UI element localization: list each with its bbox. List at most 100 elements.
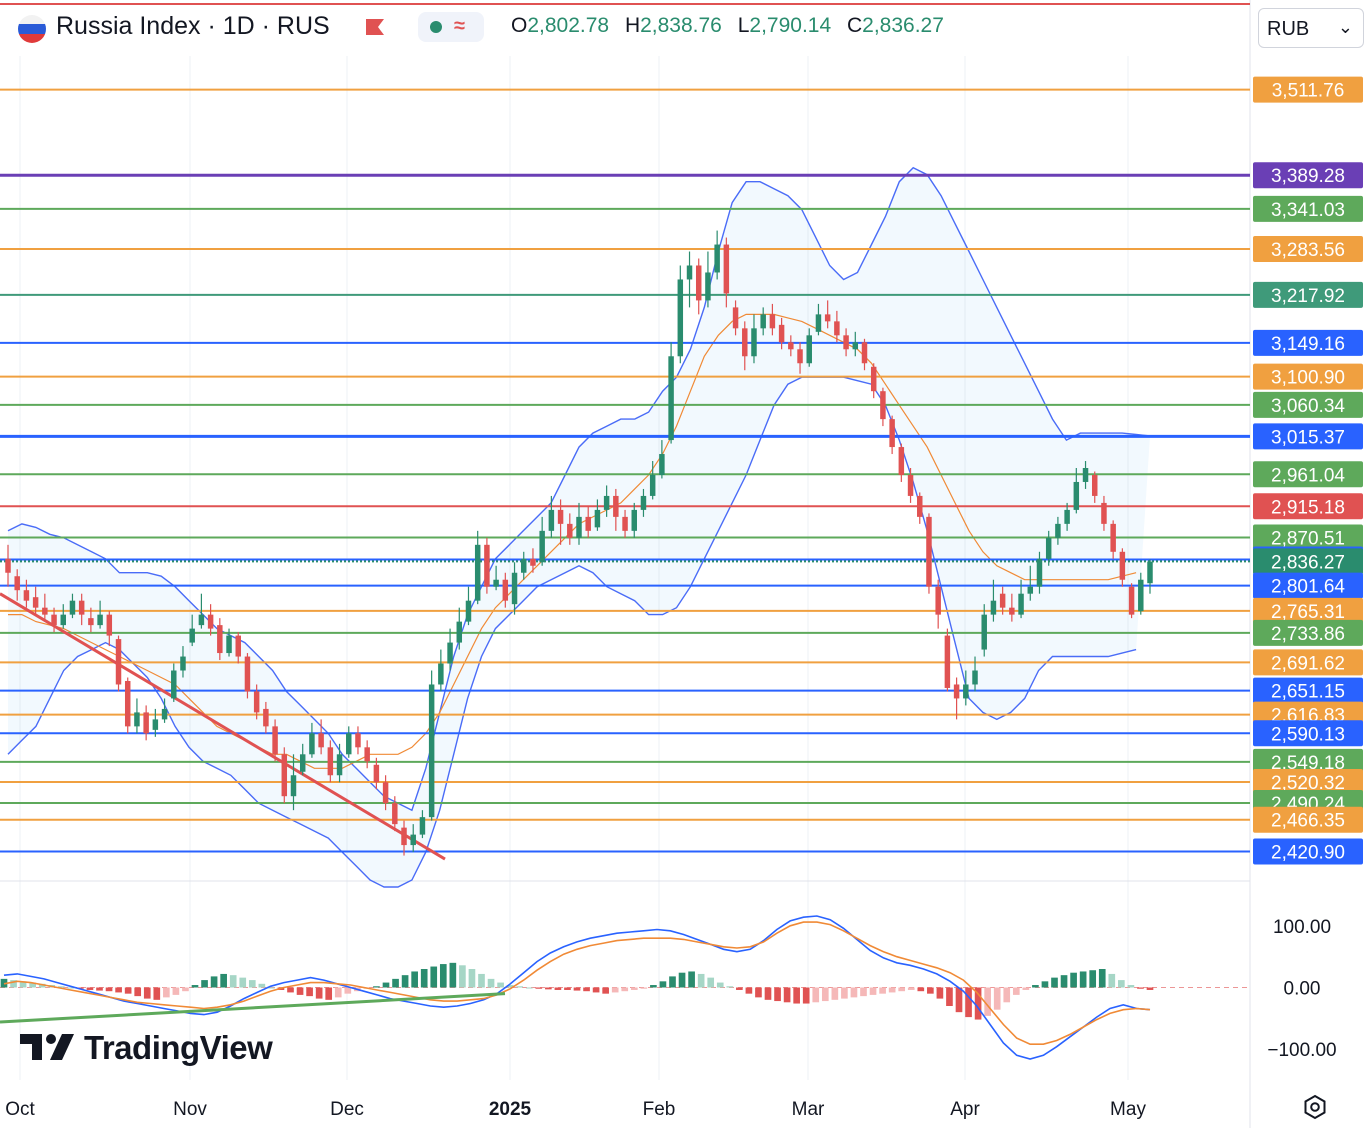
- histogram-bar: [1118, 980, 1125, 988]
- histogram-bar: [1060, 975, 1068, 988]
- candle-body: [815, 314, 822, 332]
- histogram-bar: [888, 987, 896, 993]
- candle-body: [290, 775, 297, 797]
- candle-body: [889, 419, 895, 448]
- chart-canvas[interactable]: 3,511.76 3,389.28 3,341.03 3,283.56 3,217.92…: [0, 0, 1370, 1128]
- candle-body: [585, 516, 591, 531]
- candle-body: [714, 244, 720, 273]
- candle-body: [143, 712, 149, 734]
- candle-body: [1110, 523, 1116, 552]
- time-axis[interactable]: Oct Nov Dec 2025 Feb Mar Apr May: [5, 1099, 1146, 1120]
- candle-body: [447, 642, 453, 664]
- ohlc-open-key: O: [511, 14, 528, 37]
- candle-body: [705, 272, 711, 301]
- histogram-bar: [1041, 981, 1049, 988]
- histogram-bar: [420, 969, 428, 988]
- price-scale[interactable]: 3,511.76 3,389.28 3,341.03 3,283.56 3,217.92…: [1253, 76, 1363, 1061]
- histogram-bar: [927, 987, 934, 994]
- histogram-bar: [201, 980, 208, 988]
- histogram-bar: [392, 978, 399, 988]
- time-axis-label: Nov: [173, 1099, 207, 1120]
- histogram-bar: [1146, 987, 1154, 990]
- histogram-bar: [497, 982, 504, 988]
- histogram-bar: [258, 983, 266, 988]
- candle-body: [1064, 509, 1070, 524]
- price-label: 2,420.90: [1253, 838, 1363, 865]
- candle-body: [235, 635, 241, 657]
- candle-body: [797, 349, 803, 364]
- price-label-text: 2,801.64: [1271, 577, 1345, 598]
- candle-body: [742, 328, 748, 357]
- price-label: 2,590.13: [1253, 720, 1363, 747]
- histogram-bar: [1137, 987, 1144, 989]
- candle-body: [97, 614, 103, 626]
- time-axis-label: Feb: [643, 1099, 676, 1120]
- price-label: 3,389.28: [1253, 162, 1363, 189]
- histogram-bar: [573, 987, 581, 991]
- histogram-bar: [163, 987, 170, 998]
- ohlc-close-value: 2,836.27: [862, 14, 944, 37]
- histogram-bar: [764, 987, 772, 1000]
- price-label-text: 3,149.16: [1271, 334, 1345, 355]
- status-pill[interactable]: ≈: [418, 12, 484, 42]
- currency-select[interactable]: RUB ⌄: [1258, 8, 1364, 48]
- histogram-bar: [134, 987, 142, 997]
- price-label-text: 2,590.13: [1271, 724, 1345, 745]
- ohlc-low-value: 2,790.14: [749, 14, 832, 37]
- oscillator-scale-label: 0.00: [1284, 979, 1321, 1000]
- candle-body: [686, 265, 693, 280]
- candle-body: [944, 635, 951, 688]
- price-label-text: 3,060.34: [1271, 396, 1345, 417]
- candle-body: [189, 628, 195, 643]
- candle-body: [843, 335, 849, 350]
- candle-body: [1036, 558, 1043, 587]
- candle-body: [364, 747, 370, 762]
- candle-body: [1018, 593, 1024, 615]
- candle-body: [963, 684, 969, 699]
- candle-body: [806, 335, 812, 364]
- flag-icon[interactable]: [364, 17, 386, 37]
- time-axis-label: Oct: [5, 1099, 35, 1120]
- histogram-bar: [344, 987, 352, 994]
- histogram-bar: [860, 987, 867, 997]
- candle-body: [760, 314, 766, 329]
- histogram-bar: [602, 987, 609, 994]
- candle-body: [419, 817, 426, 835]
- candle-body: [124, 680, 131, 727]
- histogram-bar: [879, 987, 886, 994]
- histogram-bar: [287, 987, 294, 993]
- price-label-text: 3,341.03: [1271, 200, 1345, 221]
- histogram-bar: [468, 969, 476, 988]
- candle-body: [69, 600, 76, 615]
- price-label: 3,511.76: [1253, 76, 1363, 103]
- candle-body: [382, 782, 389, 804]
- histogram-bar: [783, 987, 791, 1003]
- ohlc-close-key: C: [846, 14, 863, 37]
- histogram-bar: [1022, 987, 1030, 990]
- histogram-bar: [248, 980, 256, 988]
- candle-body: [484, 544, 490, 587]
- histogram-bar: [525, 987, 533, 989]
- time-axis-label: 2025: [489, 1099, 532, 1120]
- candle-body: [557, 509, 564, 524]
- symbol-title[interactable]: Russia Index · 1D · RUS: [56, 12, 330, 41]
- histogram-bar: [306, 987, 313, 997]
- histogram-bar: [439, 964, 447, 988]
- candle-body: [769, 314, 776, 329]
- candle-body: [23, 590, 30, 601]
- histogram-bar: [745, 987, 753, 994]
- candle-body: [42, 607, 48, 615]
- candle-body: [548, 509, 555, 531]
- candle-body: [723, 244, 730, 294]
- histogram-bar: [449, 962, 457, 988]
- candle-body: [870, 366, 877, 392]
- candle-body: [622, 516, 628, 531]
- candle-body: [1092, 474, 1098, 496]
- price-label: 2,961.04: [1253, 461, 1363, 488]
- histogram-bar: [1108, 973, 1116, 988]
- candle-body: [88, 618, 94, 626]
- price-label: 2,466.35: [1253, 806, 1363, 833]
- histogram-bar: [220, 973, 227, 988]
- candle-body: [152, 719, 159, 730]
- settings-icon[interactable]: [1302, 1094, 1328, 1120]
